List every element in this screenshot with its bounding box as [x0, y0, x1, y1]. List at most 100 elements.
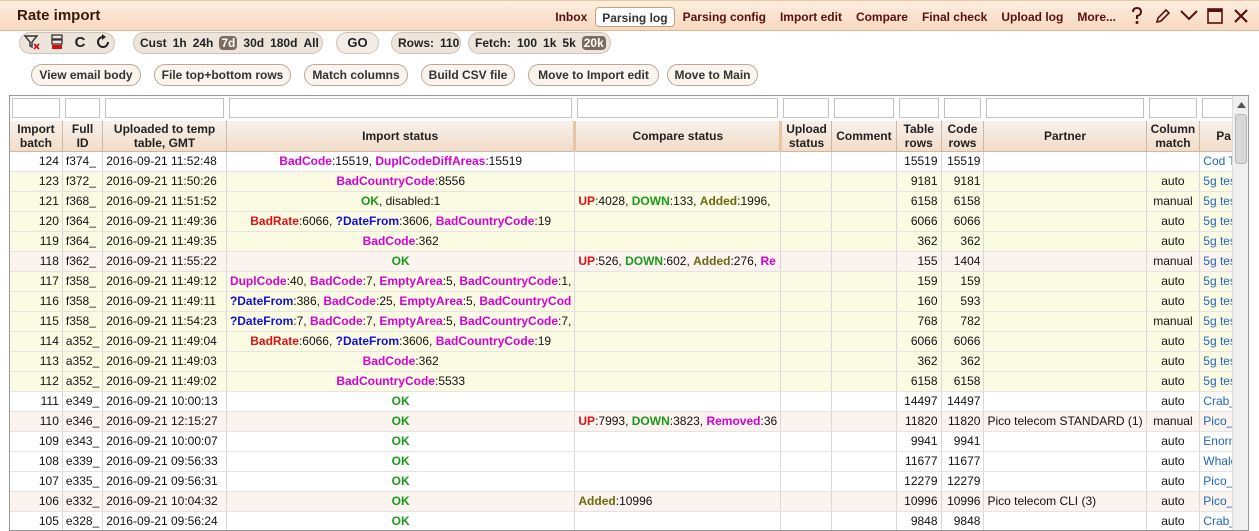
column-header-upload-status[interactable]: Upload status: [780, 121, 832, 152]
menu-item-import-edit[interactable]: Import edit: [774, 7, 848, 27]
fetch-option-5k[interactable]: 5k: [562, 36, 575, 50]
table-row[interactable]: 119 f364_ 2016-09-21 11:49:35 BadCode:362 36…: [10, 231, 1248, 252]
period-option-1h[interactable]: 1h: [173, 36, 187, 50]
build-csv-file-button[interactable]: Build CSV file: [421, 64, 515, 86]
partner-cell: [983, 431, 1147, 452]
menu-item-compare[interactable]: Compare: [850, 7, 914, 27]
import-batch-cell: 120: [10, 211, 63, 232]
refresh-icon[interactable]: [93, 32, 113, 52]
period-option-30d[interactable]: 30d: [243, 36, 264, 50]
comment-cell: [831, 251, 897, 272]
import-batch-cell: 117: [10, 271, 63, 292]
table-row[interactable]: 115 f358_ 2016-09-21 11:54:23 ?DateFrom:7, …: [10, 311, 1248, 332]
column-header-import-status[interactable]: Import status: [226, 121, 577, 152]
status-text: :3823,: [669, 413, 707, 428]
fetch-option-1k[interactable]: 1k: [543, 36, 556, 50]
table-row[interactable]: 114 a352_ 2016-09-21 11:49:04 BadRate:6066,…: [10, 331, 1248, 352]
table-row[interactable]: 123 f372_ 2016-09-21 11:50:26 BadCountryCod…: [10, 171, 1248, 192]
code-rows-cell: 9941: [941, 431, 985, 452]
period-option-cust[interactable]: Cust: [140, 36, 167, 50]
edit-pencil-icon[interactable]: [1153, 5, 1173, 27]
clear-c-icon[interactable]: C: [70, 32, 90, 52]
scroll-thumb[interactable]: [1235, 114, 1247, 164]
period-option-7d[interactable]: 7d: [219, 36, 238, 50]
period-option-24h[interactable]: 24h: [193, 36, 214, 50]
view-email-body-button[interactable]: View email body: [31, 64, 141, 86]
filter-input-full-id[interactable]: [64, 98, 101, 118]
filter-input-table-rows[interactable]: [898, 98, 939, 118]
filter-input-upload-status[interactable]: [783, 98, 829, 118]
table-rows-cell: 768: [896, 311, 942, 332]
status-keyword: BadRate: [250, 333, 299, 348]
scroll-up-arrow-icon[interactable]: [1233, 96, 1248, 113]
table-rows-cell: 11820: [896, 411, 942, 432]
column-header-full-id[interactable]: Full ID: [62, 121, 104, 152]
menu-item-parsing-config[interactable]: Parsing config: [677, 7, 772, 27]
collapse-chevron-icon[interactable]: [1179, 5, 1199, 27]
filter-input-compare-status[interactable]: [577, 98, 779, 118]
table-row[interactable]: 108 e339_ 2016-09-21 09:56:33 OK 11677 11677 a…: [10, 451, 1248, 472]
table-row[interactable]: 107 e335_ 2016-09-21 09:56:31 OK 12279 12279 a…: [10, 471, 1248, 492]
fetch-option-100[interactable]: 100: [517, 36, 537, 50]
status-text: :362: [415, 233, 439, 248]
column-header-uploaded-to-temp-table-gmt[interactable]: Uploaded to temp table, GMT: [102, 121, 227, 152]
table-row[interactable]: 105 e328_ 2016-09-21 09:56:24 OK 9848 9848 aut…: [10, 511, 1248, 530]
help-icon[interactable]: [1127, 5, 1147, 27]
column-header-column-match[interactable]: Column match: [1146, 121, 1201, 152]
vertical-scrollbar[interactable]: [1232, 96, 1248, 530]
column-header-code-rows[interactable]: Code rows: [941, 121, 985, 152]
file-top-bottom-rows-button[interactable]: File top+bottom rows: [154, 64, 291, 86]
filter-input-import-status[interactable]: [228, 98, 573, 118]
filter-input-code-rows[interactable]: [943, 98, 982, 118]
period-option-all[interactable]: All: [303, 36, 318, 50]
table-row[interactable]: 118 f362_ 2016-09-21 11:55:22 OK UP:526, DOW…: [10, 251, 1248, 272]
filter-input-uploaded-to-temp-table-gmt[interactable]: [105, 98, 224, 118]
fetch-option-20k[interactable]: 20k: [581, 36, 606, 50]
menu-item-final-check[interactable]: Final check: [916, 7, 993, 27]
move-to-import-edit-button[interactable]: Move to Import edit: [528, 64, 659, 86]
menu-item-inbox[interactable]: Inbox: [549, 7, 593, 27]
table-row[interactable]: 124 f374_ 2016-09-21 11:52:48 BadCode:15519…: [10, 151, 1248, 172]
table-row[interactable]: 116 f358_ 2016-09-21 11:49:11 ?DateFrom:386…: [10, 291, 1248, 312]
match-columns-button[interactable]: Match columns: [304, 64, 408, 86]
import-status-cell: BadCode:362: [226, 231, 576, 252]
table-row[interactable]: 113 a352_ 2016-09-21 11:49:03 BadCode:362 36…: [10, 351, 1248, 372]
table-row[interactable]: 106 e332_ 2016-09-21 10:04:32 OK Added:10996…: [10, 491, 1248, 512]
filter-input-partner[interactable]: [986, 98, 1144, 118]
table-rows-cell: 159: [896, 271, 942, 292]
filter-input-import-batch[interactable]: [12, 98, 60, 118]
close-icon[interactable]: [1231, 5, 1251, 27]
filter-clear-icon[interactable]: [22, 32, 42, 52]
filter-cell-table-rows: [896, 96, 942, 121]
table-row[interactable]: 111 e349_ 2016-09-21 10:00:13 OK 14497 14497 a…: [10, 391, 1248, 412]
menu-item-upload-log[interactable]: Upload log: [995, 7, 1069, 27]
move-to-main-button[interactable]: Move to Main: [667, 64, 758, 86]
period-option-180d[interactable]: 180d: [270, 36, 297, 50]
maximize-icon[interactable]: [1205, 5, 1225, 27]
column-header-import-batch[interactable]: Import batch: [10, 121, 63, 152]
import-status-cell: DuplCode:40, BadCode:7, EmptyArea:5, Bad…: [226, 271, 576, 292]
filter-input-comment[interactable]: [833, 98, 894, 118]
table-row[interactable]: 112 a352_ 2016-09-21 11:49:02 BadCountryCod…: [10, 371, 1248, 392]
table-row[interactable]: 110 e346_ 2016-09-21 12:15:27 OK UP:7993, DO…: [10, 411, 1248, 432]
table-row[interactable]: 117 f358_ 2016-09-21 11:49:12 DuplCode:40, …: [10, 271, 1248, 292]
column-header-partner[interactable]: Partner: [983, 121, 1147, 152]
column-header-table-rows[interactable]: Table rows: [896, 121, 942, 152]
compare-status-cell: [574, 351, 782, 372]
table-row[interactable]: 120 f364_ 2016-09-21 11:49:36 BadRate:6066,…: [10, 211, 1248, 232]
comment-cell: [831, 451, 897, 472]
go-button[interactable]: GO: [336, 32, 379, 54]
column-header-comment[interactable]: Comment: [831, 121, 897, 152]
full-id-cell: a352_: [62, 351, 104, 372]
column-match-cell: manual: [1146, 411, 1201, 432]
table-row[interactable]: 109 e343_ 2016-09-21 10:00:07 OK 9941 9941 aut…: [10, 431, 1248, 452]
filter-input-column-match[interactable]: [1148, 98, 1198, 118]
menu-item-parsing-log[interactable]: Parsing log: [595, 7, 675, 27]
column-header-compare-status[interactable]: Compare status: [574, 121, 783, 152]
columns-icon[interactable]: [47, 32, 67, 52]
uploaded-cell: 2016-09-21 09:56:31: [102, 471, 227, 492]
comment-cell: [831, 471, 897, 492]
menu-item-more[interactable]: More...: [1071, 7, 1122, 27]
table-row[interactable]: 121 f368_ 2016-09-21 11:51:52 OK, disabled:…: [10, 191, 1248, 212]
uploaded-cell: 2016-09-21 11:49:02: [102, 371, 227, 392]
